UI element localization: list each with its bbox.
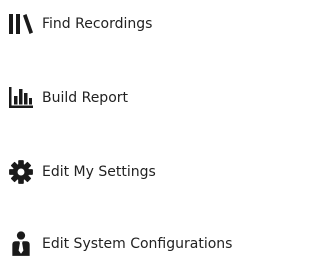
- bar-chart-icon: [8, 84, 42, 112]
- menu-item-find-recordings[interactable]: Find Recordings: [8, 10, 152, 38]
- menu-item-label: Edit My Settings: [42, 164, 156, 180]
- menu-item-edit-system-configurations[interactable]: Edit System Configurations: [8, 230, 232, 258]
- user-tie-icon: [8, 230, 42, 258]
- menu-item-build-report[interactable]: Build Report: [8, 84, 128, 112]
- library-icon: [8, 10, 42, 38]
- menu-item-edit-my-settings[interactable]: Edit My Settings: [8, 158, 156, 186]
- gear-icon: [8, 158, 42, 186]
- menu-item-label: Find Recordings: [42, 16, 153, 32]
- menu-item-label: Edit System Configurations: [42, 236, 233, 252]
- navigation-menu: Find Recordings Build Report Edit My Set…: [0, 0, 273, 256]
- menu-item-label: Build Report: [42, 90, 129, 106]
